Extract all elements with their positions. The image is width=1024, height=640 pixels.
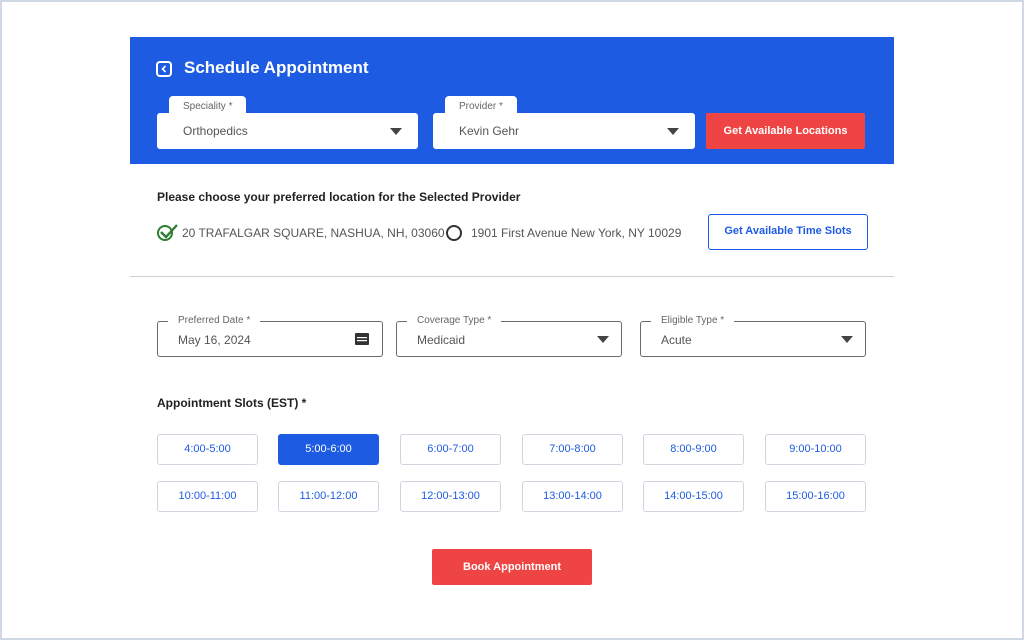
- provider-select[interactable]: Provider * Kevin Gehr: [433, 96, 695, 149]
- get-locations-button[interactable]: Get Available Locations: [706, 113, 865, 149]
- preferred-date-field[interactable]: Preferred Date * May 16, 2024: [157, 315, 383, 357]
- slot-button[interactable]: 13:00-14:00: [522, 481, 623, 512]
- page-title: Schedule Appointment: [184, 58, 369, 77]
- get-time-slots-button[interactable]: Get Available Time Slots: [708, 214, 868, 250]
- location-option-2-label: 1901 First Avenue New York, NY 10029: [471, 226, 682, 240]
- eligible-type-label: Eligible Type *: [651, 315, 735, 326]
- chevron-left-icon: [161, 65, 167, 73]
- provider-label: Provider *: [445, 96, 517, 116]
- radio-unchecked[interactable]: [446, 225, 462, 241]
- location-prompt: Please choose your preferred location fo…: [157, 190, 521, 204]
- speciality-select[interactable]: Speciality * Orthopedics: [157, 96, 418, 149]
- coverage-type-value: Medicaid: [417, 333, 466, 347]
- slot-button[interactable]: 7:00-8:00: [522, 434, 623, 465]
- eligible-type-select[interactable]: Eligible Type * Acute: [640, 315, 866, 357]
- section-divider: [130, 276, 894, 277]
- slot-button-selected[interactable]: 5:00-6:00: [278, 434, 379, 465]
- eligible-type-value: Acute: [661, 333, 692, 347]
- slot-button[interactable]: 10:00-11:00: [157, 481, 258, 512]
- back-button[interactable]: [156, 61, 172, 77]
- speciality-value: Orthopedics: [183, 124, 248, 138]
- preferred-date-label: Preferred Date *: [168, 315, 261, 326]
- preferred-date-value: May 16, 2024: [178, 333, 251, 347]
- book-appointment-button[interactable]: Book Appointment: [432, 549, 592, 585]
- check-icon: [160, 224, 178, 239]
- radio-checked[interactable]: [157, 224, 178, 241]
- caret-down-icon: [841, 336, 853, 343]
- caret-down-icon: [597, 336, 609, 343]
- speciality-label: Speciality *: [169, 96, 247, 116]
- slot-button[interactable]: 15:00-16:00: [765, 481, 866, 512]
- caret-down-icon: [390, 128, 402, 135]
- location-option-2[interactable]: 1901 First Avenue New York, NY 10029: [446, 224, 681, 242]
- caret-down-icon: [667, 128, 679, 135]
- slot-button[interactable]: 12:00-13:00: [400, 481, 501, 512]
- calendar-icon[interactable]: [354, 332, 370, 346]
- slot-button[interactable]: 9:00-10:00: [765, 434, 866, 465]
- slot-button[interactable]: 11:00-12:00: [278, 481, 379, 512]
- coverage-type-select[interactable]: Coverage Type * Medicaid: [396, 315, 622, 357]
- slot-button[interactable]: 14:00-15:00: [643, 481, 744, 512]
- provider-value: Kevin Gehr: [459, 124, 520, 138]
- location-option-1-label: 20 TRAFALGAR SQUARE, NASHUA, NH, 03060: [182, 226, 445, 240]
- slots-title: Appointment Slots (EST) *: [157, 396, 307, 410]
- location-option-1[interactable]: 20 TRAFALGAR SQUARE, NASHUA, NH, 03060: [157, 224, 445, 242]
- header-bar: Schedule Appointment Speciality * Orthop…: [130, 37, 894, 164]
- slot-button[interactable]: 6:00-7:00: [400, 434, 501, 465]
- slot-button[interactable]: 8:00-9:00: [643, 434, 744, 465]
- coverage-type-label: Coverage Type *: [407, 315, 502, 326]
- slot-button[interactable]: 4:00-5:00: [157, 434, 258, 465]
